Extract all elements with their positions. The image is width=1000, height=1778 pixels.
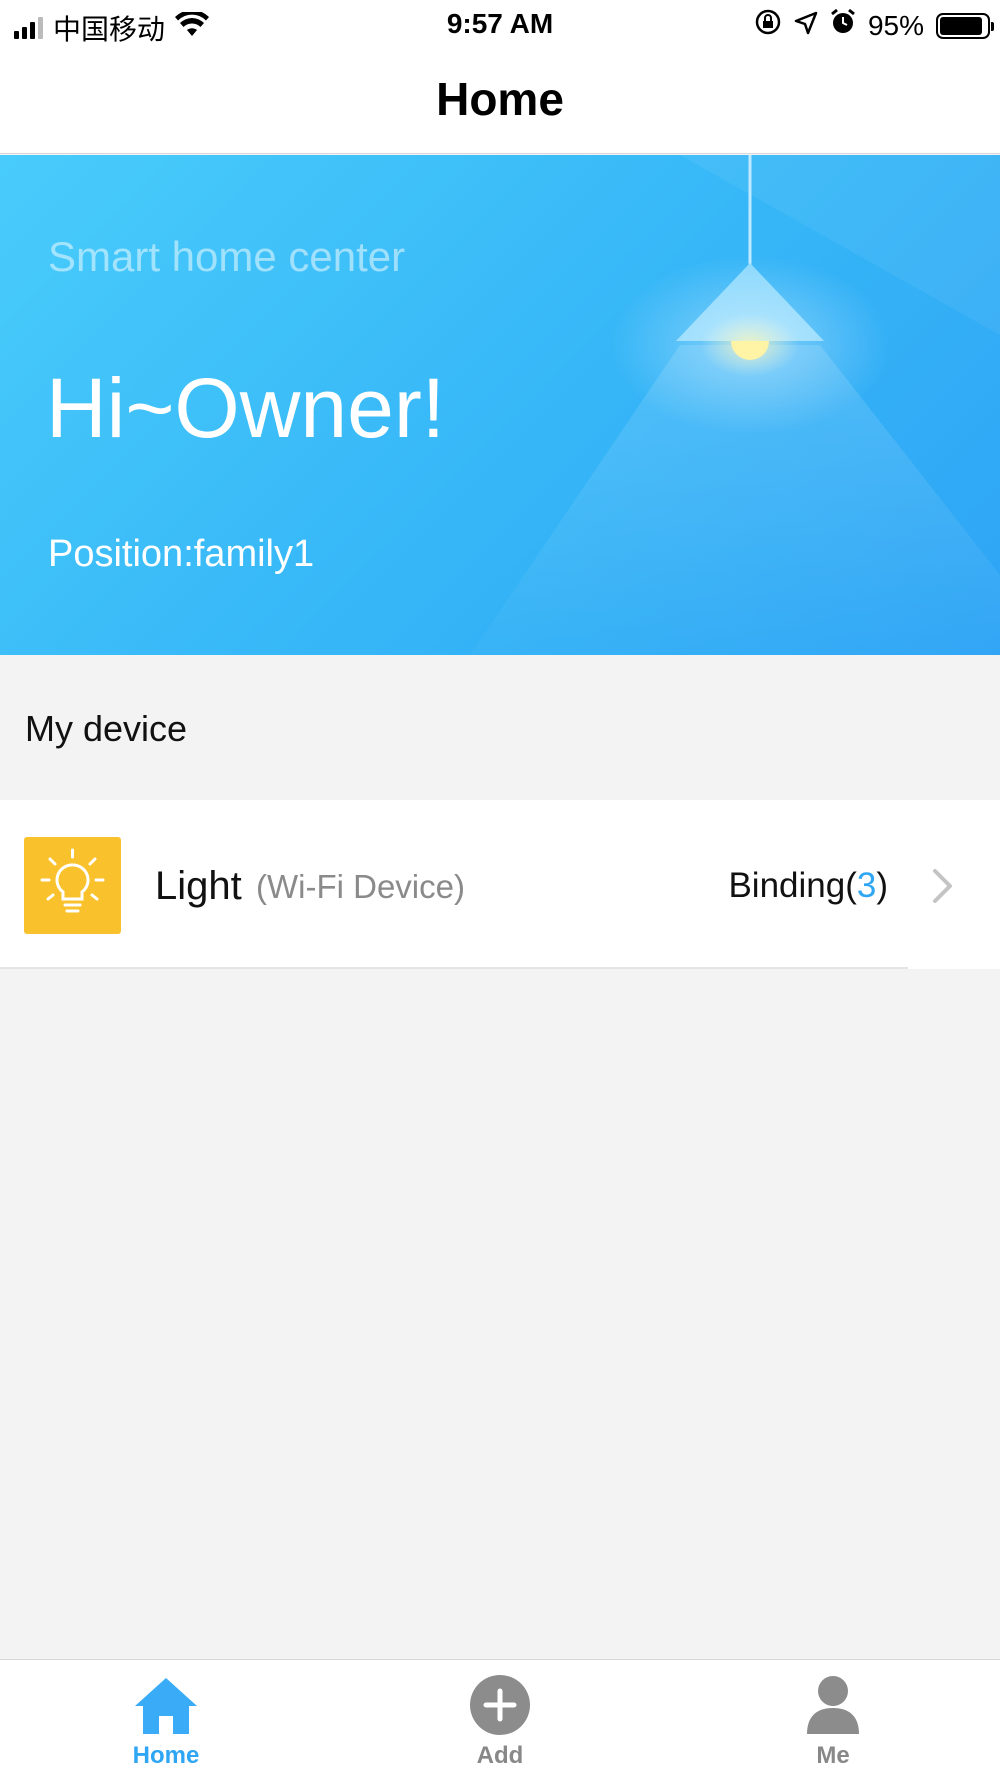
tab-bar: Home Add Me [0,1659,1000,1778]
binding-count: Binding(3) [728,866,888,906]
nav-bar: Home [0,50,1000,154]
tab-add-label: Add [476,1742,524,1769]
person-icon [807,1676,859,1734]
status-bar: 中国移动 9:57 AM 95% [0,0,1000,50]
banner-greeting: Hi~Owner! [46,361,446,455]
section-title: My device [25,708,188,749]
tab-me[interactable]: Me [753,1674,913,1774]
device-name: Light [155,864,242,908]
binding-number: 3 [856,866,877,905]
battery-icon [936,12,994,39]
location-icon [794,10,818,42]
battery-percent: 95% [867,9,924,41]
chevron-right-icon [933,869,952,903]
lightbulb-icon [24,837,121,934]
row-divider [0,967,908,969]
tab-home[interactable]: Home [86,1674,246,1774]
device-row-light[interactable]: Light (Wi-Fi Device) Binding(3) [0,800,1000,969]
hero-banner: Smart home center Hi~Owner! Position:fam… [0,155,1000,655]
plus-circle-icon [470,1675,530,1735]
tab-me-label: Me [816,1742,850,1769]
tab-add[interactable]: Add [420,1674,580,1774]
binding-label: Binding( [728,866,857,905]
alarm-icon [830,8,856,43]
binding-suffix: ) [876,866,888,905]
rotation-lock-icon [754,8,782,43]
tab-home-label: Home [132,1742,200,1769]
screen: 中国移动 9:57 AM 95% Home Smart home center … [0,0,1000,1778]
banner-position: Position:family1 [48,533,315,575]
page-title: Home [436,73,564,125]
device-type: (Wi-Fi Device) [256,868,465,905]
home-icon [135,1678,197,1734]
banner-subtitle: Smart home center [48,233,406,280]
